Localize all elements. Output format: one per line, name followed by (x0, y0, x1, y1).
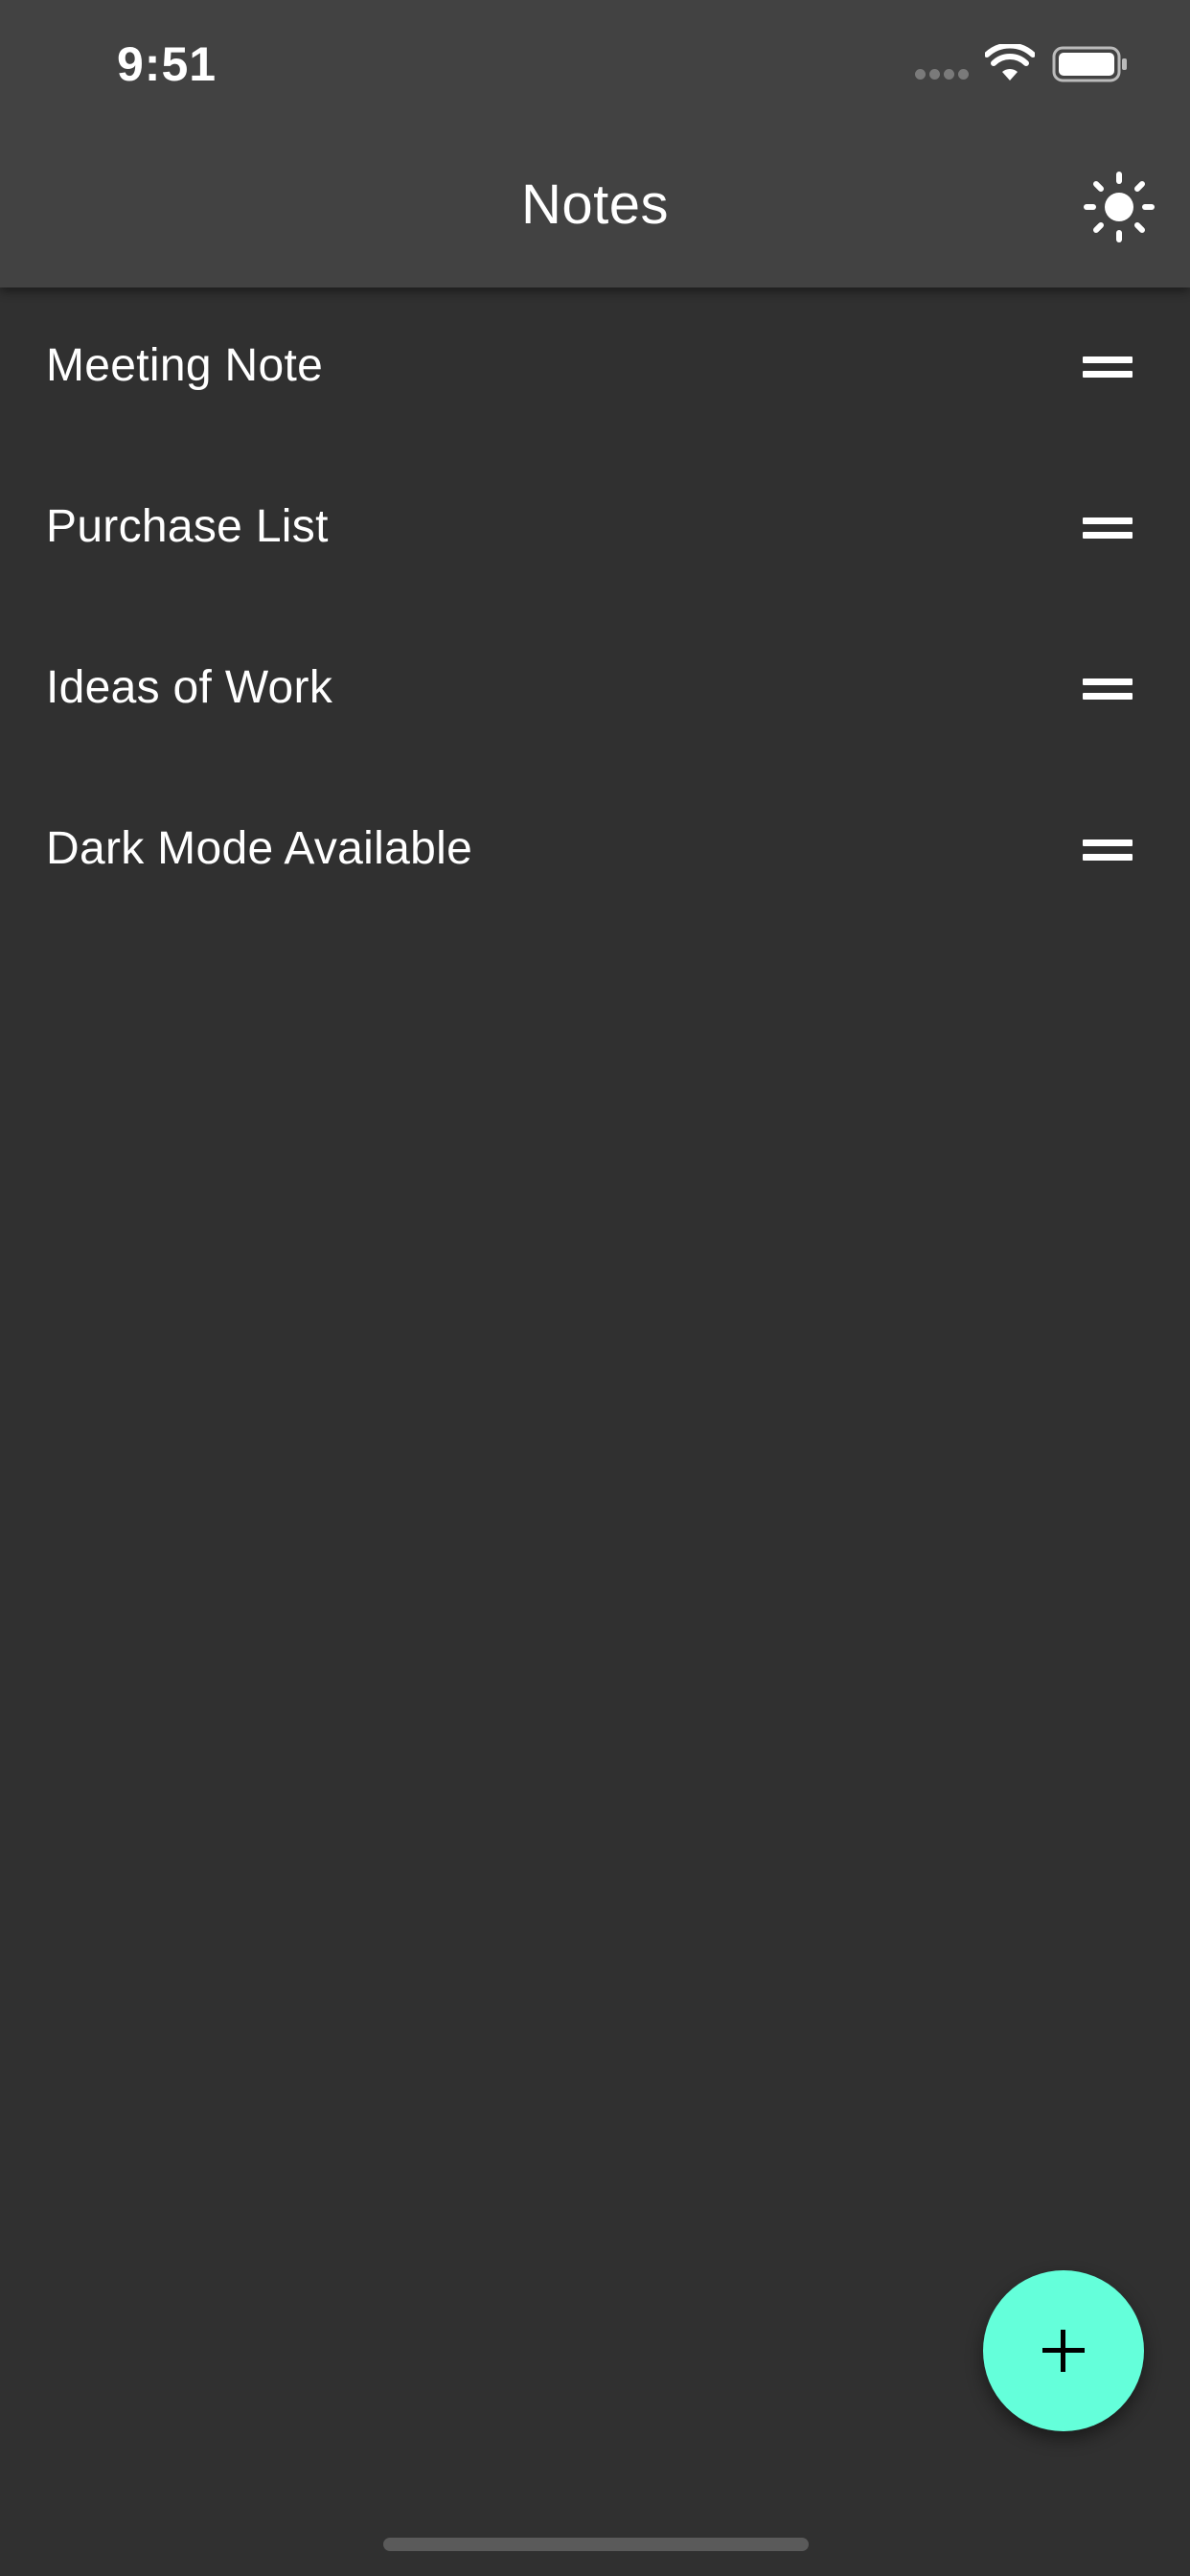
app-bar: 9:51 Notes (0, 0, 1190, 288)
drag-handle-icon[interactable] (1083, 516, 1133, 540)
title-row: Notes (0, 126, 1190, 288)
note-list-item[interactable]: Dark Mode Available (0, 770, 1190, 932)
drag-handle-icon[interactable] (1083, 838, 1133, 862)
battery-icon (1052, 46, 1127, 82)
note-title: Ideas of Work (46, 662, 333, 713)
signal-dots-icon (915, 69, 969, 80)
status-time: 9:51 (117, 37, 217, 91)
note-title: Meeting Note (46, 340, 324, 391)
drag-handle-icon[interactable] (1083, 677, 1133, 702)
wifi-icon (985, 44, 1035, 80)
note-list: Meeting Note Purchase List Ideas of Work… (0, 288, 1190, 932)
plus-icon (1042, 2330, 1085, 2372)
page-title: Notes (520, 173, 669, 236)
home-indicator (383, 2538, 809, 2551)
note-list-item[interactable]: Ideas of Work (0, 610, 1190, 770)
note-title: Dark Mode Available (46, 823, 473, 874)
note-list-item[interactable]: Meeting Note (0, 288, 1190, 448)
sun-icon[interactable] (1083, 171, 1156, 243)
note-title: Purchase List (46, 501, 329, 552)
status-bar: 9:51 (0, 0, 1190, 126)
add-note-button[interactable] (983, 2270, 1144, 2431)
note-list-item[interactable]: Purchase List (0, 448, 1190, 610)
drag-handle-icon[interactable] (1083, 355, 1133, 380)
